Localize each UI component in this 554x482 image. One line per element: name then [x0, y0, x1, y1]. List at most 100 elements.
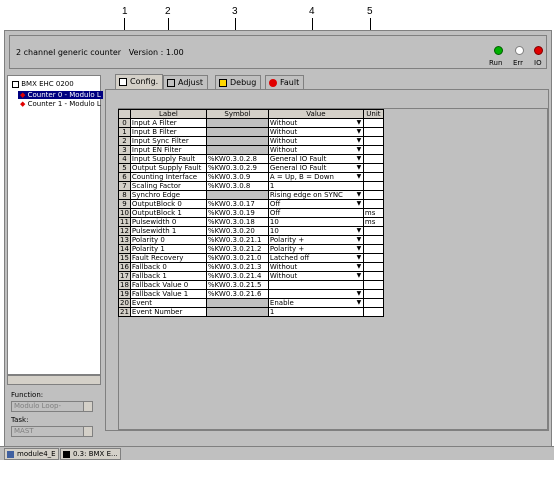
chevron-down-icon[interactable]: ▼ [355, 264, 363, 271]
row-value[interactable]: Enable ▼ [267, 298, 364, 308]
row-symbol[interactable]: %KW0.3.0.21.4 [205, 271, 269, 281]
row-value[interactable]: ▼ [267, 289, 364, 299]
tree-root[interactable]: BMX EHC 0200 [12, 80, 74, 88]
chevron-down-icon[interactable]: ▼ [355, 273, 363, 280]
row-value[interactable]: 10 ▼ [267, 226, 364, 236]
table-row[interactable]: 14 Polarity 1 %KW0.3.0.21.2 Polarity + ▼ [118, 244, 384, 254]
row-value[interactable] [267, 280, 364, 290]
row-value-text: Latched off [269, 254, 310, 262]
tab-fault[interactable]: Fault [265, 75, 305, 89]
chevron-down-icon[interactable] [83, 427, 92, 436]
taskbar-button-module[interactable]: module4_E [4, 448, 59, 460]
table-row[interactable]: 1 Input B Filter Without ▼ [118, 127, 384, 137]
tree-item-counter-1[interactable]: ◆ Counter 1 - Modulo L [18, 100, 103, 108]
chevron-down-icon[interactable]: ▼ [355, 165, 363, 172]
row-symbol[interactable]: %KW0.3.0.2.9 [205, 163, 269, 173]
row-symbol[interactable]: %KW0.3.0.8 [205, 181, 269, 191]
table-row[interactable]: 10 OutputBlock 1 %KW0.3.0.19 Off ms [118, 208, 384, 218]
table-row[interactable]: 0 Input A Filter Without ▼ [118, 118, 384, 128]
row-value[interactable]: 1 [267, 307, 364, 317]
table-row[interactable]: 19 Fallback Value 1 %KW0.3.0.21.6 ▼ [118, 289, 384, 299]
row-symbol[interactable]: %KW0.3.0.21.3 [205, 262, 269, 272]
chevron-down-icon[interactable]: ▼ [355, 120, 363, 127]
row-value[interactable]: Without ▼ [267, 136, 364, 146]
chevron-down-icon[interactable]: ▼ [355, 192, 363, 199]
table-row[interactable]: 15 Fault Recovery %KW0.3.0.21.0 Latched off… [118, 253, 384, 263]
row-symbol[interactable]: %KW0.3.0.2.8 [205, 154, 269, 164]
row-value[interactable]: Polarity + ▼ [267, 244, 364, 254]
row-symbol[interactable]: %KW0.3.0.20 [205, 226, 269, 236]
chevron-down-icon[interactable]: ▼ [355, 300, 363, 307]
chevron-down-icon[interactable]: ▼ [355, 174, 363, 181]
row-symbol[interactable]: %KW0.3.0.21.2 [205, 244, 269, 254]
table-row[interactable]: 8 Synchro Edge Rising edge on SYNC ▼ [118, 190, 384, 200]
row-symbol[interactable]: %KW0.3.0.21.5 [205, 280, 269, 290]
row-value[interactable]: Latched off ▼ [267, 253, 364, 263]
chevron-down-icon[interactable]: ▼ [355, 129, 363, 136]
chevron-down-icon[interactable]: ▼ [355, 237, 363, 244]
row-value[interactable]: Polarity + ▼ [267, 235, 364, 245]
row-symbol[interactable] [205, 298, 269, 308]
row-symbol[interactable]: %KW0.3.0.17 [205, 199, 269, 209]
table-row[interactable]: 12 Pulsewidth 1 %KW0.3.0.20 10 ▼ [118, 226, 384, 236]
row-symbol[interactable]: %KW0.3.0.21.6 [205, 289, 269, 299]
row-symbol[interactable] [205, 118, 269, 128]
table-row[interactable]: 17 Fallback 1 %KW0.3.0.21.4 Without ▼ [118, 271, 384, 281]
row-symbol[interactable] [205, 145, 269, 155]
row-symbol[interactable]: %KW0.3.0.9 [205, 172, 269, 182]
function-select[interactable]: Modulo Loop- [11, 401, 93, 412]
row-value[interactable]: 1 [267, 181, 364, 191]
row-symbol[interactable]: %KW0.3.0.19 [205, 208, 269, 218]
table-row[interactable]: 7 Scaling Factor %KW0.3.0.8 1 [118, 181, 384, 191]
table-row[interactable]: 5 Output Supply Fault %KW0.3.0.2.9 General … [118, 163, 384, 173]
chevron-down-icon[interactable]: ▼ [355, 228, 363, 235]
row-value[interactable]: General IO Fault ▼ [267, 154, 364, 164]
tree-item-label: Counter 0 - Modulo L [27, 91, 101, 99]
chevron-down-icon[interactable]: ▼ [355, 291, 363, 298]
table-row[interactable]: 11 Pulsewidth 0 %KW0.3.0.18 10 ms [118, 217, 384, 227]
chevron-down-icon[interactable] [83, 402, 92, 411]
row-value[interactable]: Off [267, 208, 364, 218]
table-row[interactable]: 3 Input EN Filter Without ▼ [118, 145, 384, 155]
table-row[interactable]: 20 Event Enable ▼ [118, 298, 384, 308]
row-value[interactable]: Without ▼ [267, 118, 364, 128]
row-value[interactable]: Without ▼ [267, 127, 364, 137]
row-value[interactable]: Off ▼ [267, 199, 364, 209]
table-row[interactable]: 2 Input Sync Filter Without ▼ [118, 136, 384, 146]
chevron-down-icon[interactable]: ▼ [355, 246, 363, 253]
table-row[interactable]: 21 Event Number 1 [118, 307, 384, 317]
channel-icon: ◆ [20, 100, 26, 108]
row-symbol[interactable] [205, 136, 269, 146]
row-value[interactable]: Without ▼ [267, 262, 364, 272]
row-symbol[interactable]: %KW0.3.0.18 [205, 217, 269, 227]
table-row[interactable]: 9 OutputBlock 0 %KW0.3.0.17 Off ▼ [118, 199, 384, 209]
chevron-down-icon[interactable]: ▼ [355, 138, 363, 145]
row-value[interactable]: Without ▼ [267, 145, 364, 155]
chevron-down-icon[interactable]: ▼ [355, 147, 363, 154]
table-row[interactable]: 4 Input Supply Fault %KW0.3.0.2.8 General I… [118, 154, 384, 164]
row-value[interactable]: General IO Fault ▼ [267, 163, 364, 173]
tab-debug[interactable]: Debug [215, 75, 262, 89]
row-value[interactable]: 10 [267, 217, 364, 227]
row-value[interactable]: A = Up, B = Down ▼ [267, 172, 364, 182]
tree-item-counter-0[interactable]: ◆ Counter 0 - Modulo L [18, 91, 103, 99]
tab-adjust[interactable]: Adjust [163, 75, 209, 89]
chevron-down-icon[interactable]: ▼ [355, 201, 363, 208]
tree-scrollbar[interactable] [7, 375, 101, 385]
taskbar-button-config[interactable]: 0.3: BMX E... [60, 448, 121, 460]
row-symbol[interactable] [205, 127, 269, 137]
row-symbol[interactable]: %KW0.3.0.21.1 [205, 235, 269, 245]
row-symbol[interactable] [205, 307, 269, 317]
table-row[interactable]: 6 Counting Interface %KW0.3.0.9 A = Up, B =… [118, 172, 384, 182]
row-value[interactable]: Without ▼ [267, 271, 364, 281]
task-select[interactable]: MAST [11, 426, 93, 437]
chevron-down-icon[interactable]: ▼ [355, 156, 363, 163]
row-symbol[interactable]: %KW0.3.0.21.0 [205, 253, 269, 263]
row-symbol[interactable] [205, 190, 269, 200]
table-row[interactable]: 13 Polarity 0 %KW0.3.0.21.1 Polarity + ▼ [118, 235, 384, 245]
chevron-down-icon[interactable]: ▼ [355, 255, 363, 262]
row-value[interactable]: Rising edge on SYNC ▼ [267, 190, 364, 200]
tab-config[interactable]: Config. [115, 74, 164, 89]
table-row[interactable]: 18 Fallback Value 0 %KW0.3.0.21.5 [118, 280, 384, 290]
table-row[interactable]: 16 Fallback 0 %KW0.3.0.21.3 Without ▼ [118, 262, 384, 272]
